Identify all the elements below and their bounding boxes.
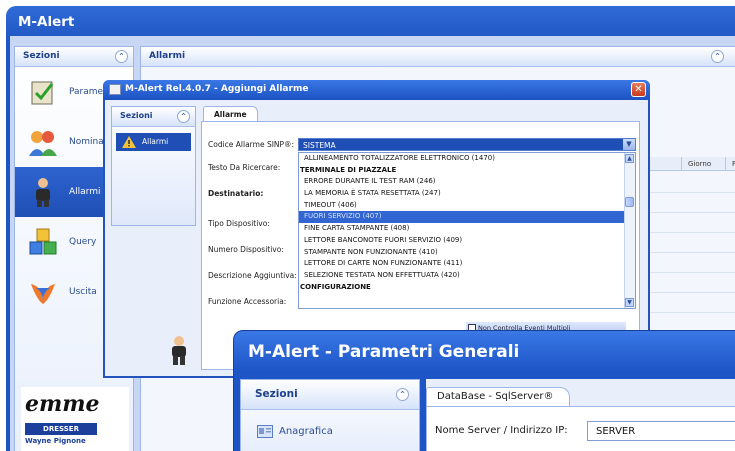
logo-wayne-pignone: Wayne Pignone (25, 437, 86, 445)
params-main: DataBase - SqlServer® Nome Server / Indi… (426, 379, 735, 451)
warning-icon (122, 136, 136, 148)
users-icon (29, 131, 57, 156)
alarms-header-label: Allarmi (149, 51, 186, 61)
database-tab-panel: Nome Server / Indirizzo IP: (426, 406, 735, 451)
list-item[interactable]: TIMEOUT (406) (299, 200, 635, 212)
add-alarm-titlebar: M-Alert Rel.4.0.7 - Aggiungi Allarme ✕ (103, 80, 650, 100)
label-tipo-dispositivo: Tipo Dispositivo: (208, 219, 270, 228)
collapse-alarms-button[interactable]: ⌃ (711, 50, 724, 63)
list-group-header[interactable]: TERMINALE DI PIAZZALE (299, 165, 635, 177)
scrollbar-thumb[interactable] (625, 197, 634, 207)
params-sections-header: Sezioni ⌃ (241, 380, 419, 410)
sections-header-label: Sezioni (23, 51, 60, 61)
column-header-giorno[interactable]: Giorno (681, 157, 725, 171)
server-name-input[interactable] (587, 421, 735, 441)
parametri-generali-title: M-Alert - Parametri Generali (248, 342, 520, 362)
exit-icon (31, 284, 55, 304)
list-item-selected[interactable]: FUORI SERVIZIO (407) (299, 211, 635, 224)
alarms-header: Allarmi ⌃ (141, 47, 735, 67)
label-codice-allarme: Codice Allarme SINP®: (208, 140, 295, 149)
list-group-header[interactable]: CONFIGURAZIONE (299, 282, 635, 294)
label-descrizione-aggiuntiva: Descrizione Aggiuntiva: (208, 271, 297, 280)
company-logo: emme DRESSER Wayne Pignone (21, 387, 129, 451)
list-item[interactable]: SELEZIONE TESTATA NON EFFETTUATA (420) (299, 270, 635, 282)
nav-item-label: Allarmi (69, 187, 101, 197)
label-numero-dispositivo: Numero Dispositivo: (208, 245, 284, 254)
alarm-code-value: SISTEMA (303, 141, 336, 150)
list-item[interactable]: STAMPANTE NON FUNZIONANTE (410) (299, 247, 635, 259)
label-funzione-accessoria: Funzione Accessoria: (208, 297, 287, 306)
dialog-nav-item-allarmi[interactable]: Allarmi (116, 133, 191, 151)
label-nome-server: Nome Server / Indirizzo IP: (435, 425, 568, 436)
person-icon (36, 178, 50, 207)
query-blocks-icon (29, 228, 57, 255)
logo-dresser: DRESSER (25, 423, 97, 435)
collapse-sections-button[interactable]: ⌃ (115, 50, 128, 63)
list-item[interactable]: LETTORE BANCONOTE FUORI SERVIZIO (409) (299, 235, 635, 247)
alarm-code-dropdown-list[interactable]: ALLINEAMENTO TOTALIZZATORE ELETTRONICO (… (298, 152, 636, 309)
parametri-generali-window: M-Alert - Parametri Generali Sezioni ⌃ A… (233, 330, 735, 451)
person-icon (172, 336, 186, 365)
clipboard-check-icon (31, 81, 54, 105)
params-nav-item-anagrafica[interactable]: Anagrafica (241, 410, 419, 438)
params-sections-label: Sezioni (255, 388, 298, 400)
id-card-icon (257, 425, 273, 438)
list-item[interactable]: ALLINEAMENTO TOTALIZZATORE ELETTRONICO (… (299, 153, 635, 165)
collapse-params-sections-button[interactable]: ⌃ (396, 388, 409, 401)
dropdown-scrollbar[interactable]: ▲ ▼ (624, 153, 635, 308)
sections-header: Sezioni ⌃ (15, 47, 133, 67)
dialog-sections-pane: Sezioni ⌃ Allarmi (111, 106, 196, 226)
label-testo-ricercare: Testo Da Ricercare: (208, 163, 281, 172)
main-window-title: M-Alert (18, 14, 75, 30)
list-item[interactable]: LETTORE DI CARTE NON FUNZIONANTE (411) (299, 258, 635, 270)
app-window-icon (109, 84, 121, 95)
params-nav-label: Anagrafica (279, 426, 333, 437)
logo-emme: emme (25, 391, 100, 417)
dialog-nav-label: Allarmi (142, 137, 169, 146)
list-item[interactable]: FINE CARTA STAMPANTE (408) (299, 223, 635, 235)
scroll-down-icon[interactable]: ▼ (625, 298, 634, 307)
dialog-sections-header: Sezioni ⌃ (112, 107, 195, 127)
alarm-code-combobox[interactable]: SISTEMA ▼ (298, 138, 636, 151)
label-destinatario: Destinatario: (208, 189, 264, 198)
tab-allarme[interactable]: Allarme (203, 106, 258, 122)
scroll-up-icon[interactable]: ▲ (625, 154, 634, 163)
chevron-down-icon[interactable]: ▼ (623, 139, 635, 150)
list-item[interactable]: ERRORE DURANTE IL TEST RAM (246) (299, 176, 635, 188)
collapse-dialog-sections-button[interactable]: ⌃ (177, 110, 190, 123)
dialog-sections-label: Sezioni (120, 111, 153, 120)
nav-item-label: Uscita (69, 287, 97, 297)
add-alarm-title: M-Alert Rel.4.0.7 - Aggiungi Allarme (125, 84, 309, 94)
list-item[interactable]: LA MEMORIA È STATA RESETTATA (247) (299, 188, 635, 200)
column-header-fi[interactable]: Fi (725, 157, 735, 171)
tab-database-sqlserver[interactable]: DataBase - SqlServer® (426, 387, 571, 407)
params-sections-pane: Sezioni ⌃ Anagrafica (240, 379, 420, 451)
nav-item-label: Query (69, 237, 97, 247)
close-dialog-button[interactable]: ✕ (631, 82, 646, 97)
